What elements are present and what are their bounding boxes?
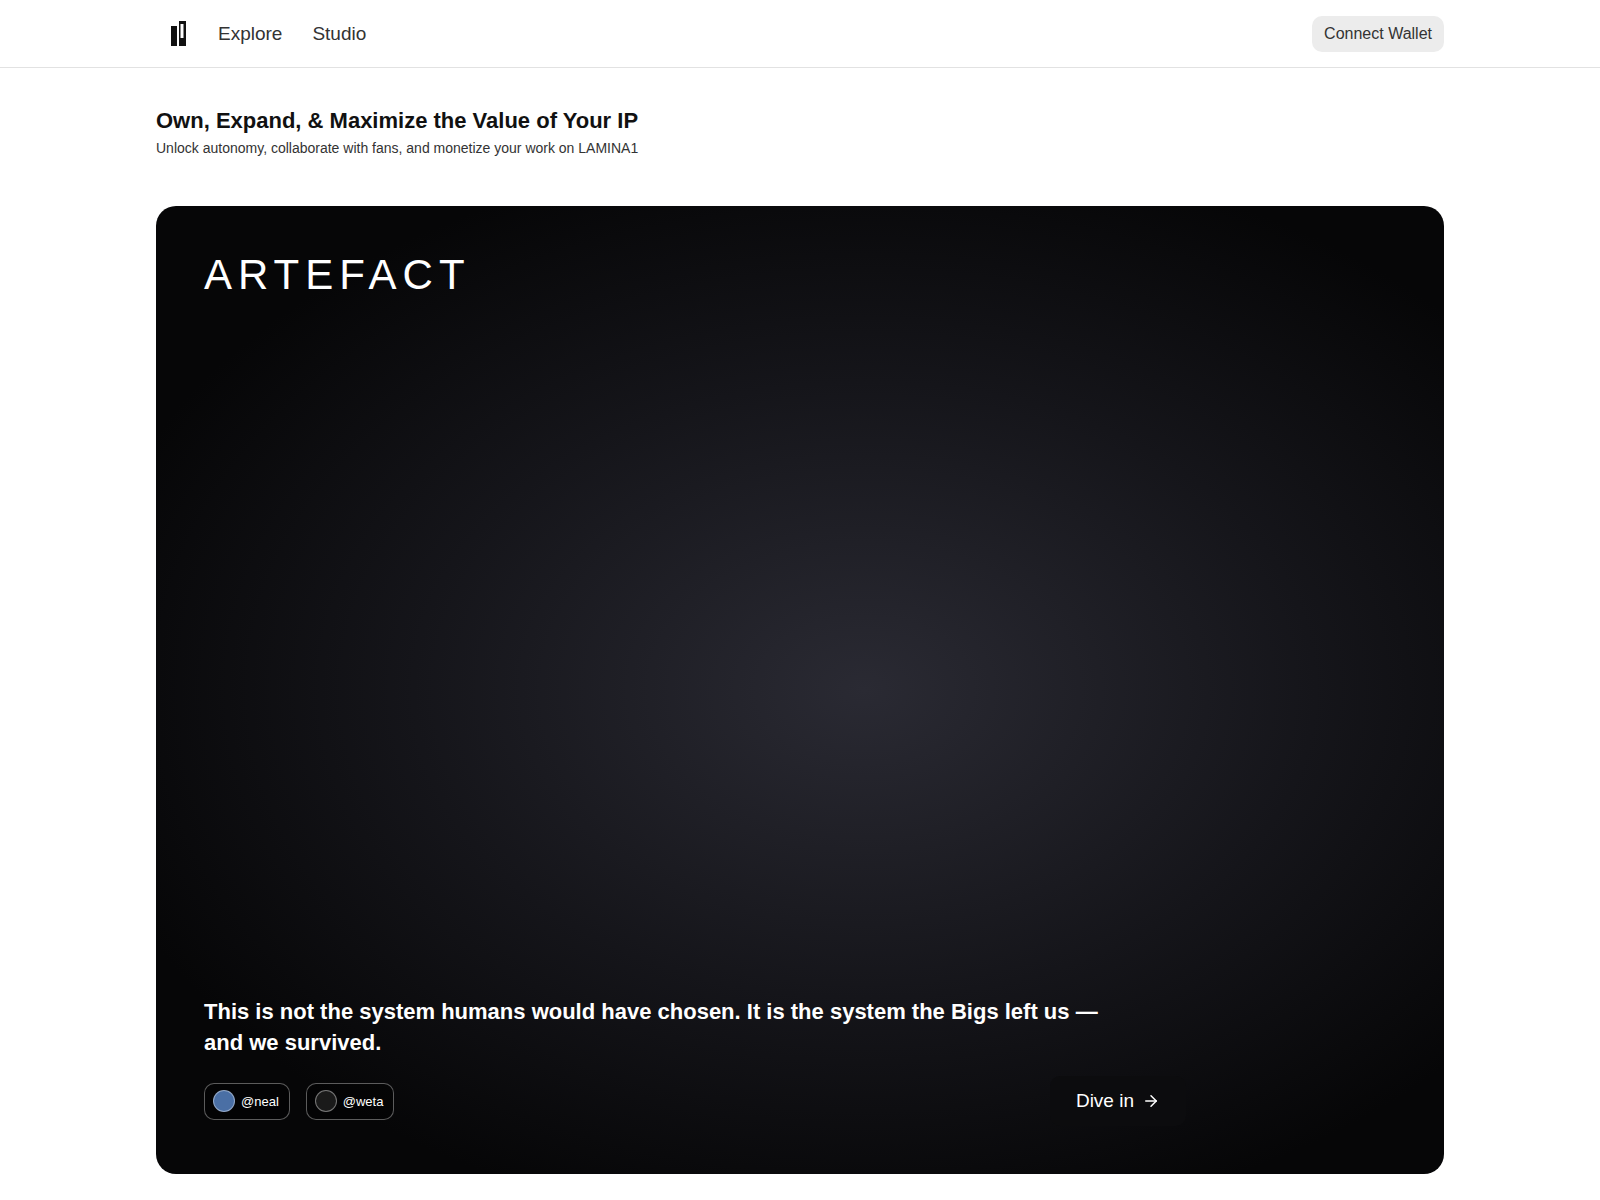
creator-tag[interactable]: @weta <box>306 1083 395 1120</box>
hero-brand: ARTEFACT <box>204 252 1396 298</box>
connect-wallet-button[interactable]: Connect Wallet <box>1312 16 1444 52</box>
nav-link[interactable]: Studio <box>312 23 366 45</box>
dive-in-button[interactable]: Dive in <box>1050 1076 1186 1126</box>
main: Own, Expand, & Maximize the Value of You… <box>156 68 1444 1174</box>
nav: Explore Studio <box>156 20 366 48</box>
creator-avatar-icon <box>213 1090 235 1112</box>
lamina1-logo-icon[interactable] <box>170 20 188 48</box>
creator-handle: @neal <box>241 1094 279 1109</box>
top-bar: Explore Studio Connect Wallet <box>0 0 1600 68</box>
creator-list: @neal @weta <box>204 1083 394 1120</box>
top-bar-inner: Explore Studio Connect Wallet <box>156 16 1444 52</box>
creator-tag[interactable]: @neal <box>204 1083 290 1120</box>
hero-bottom: This is not the system humans would have… <box>204 996 1186 1126</box>
creator-avatar-icon <box>315 1090 337 1112</box>
hero-actions: @neal @weta Dive in <box>204 1076 1186 1126</box>
hero-card[interactable]: ARTEFACT This is not the system humans wo… <box>156 206 1444 1174</box>
nav-link[interactable]: Explore <box>218 23 282 45</box>
dive-in-label: Dive in <box>1076 1090 1134 1112</box>
page-title: Own, Expand, & Maximize the Value of You… <box>156 108 1444 134</box>
arrow-right-icon <box>1142 1092 1160 1110</box>
creator-handle: @weta <box>343 1094 384 1109</box>
page-subtitle: Unlock autonomy, collaborate with fans, … <box>156 140 1444 156</box>
hero-quote: This is not the system humans would have… <box>204 996 1104 1058</box>
